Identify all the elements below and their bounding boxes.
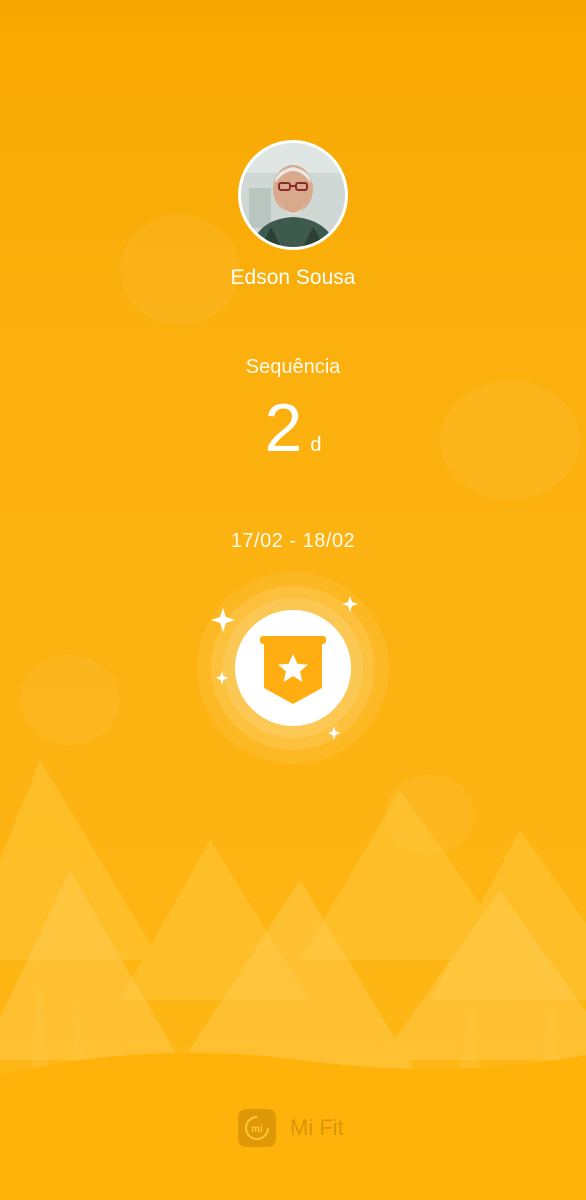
star-ribbon-badge-icon: [197, 572, 389, 764]
streak-value: 2: [264, 390, 303, 466]
mi-fit-logo-icon: mi: [238, 1109, 276, 1147]
mi-fit-brand: mi Mi Fit: [238, 1108, 344, 1148]
date-range: 17/02 - 18/02: [230, 530, 356, 552]
brand-name: Mi Fit: [290, 1115, 344, 1140]
user-avatar-icon: [241, 143, 345, 247]
streak-label: Sequência: [245, 356, 341, 378]
mi-logo-text: mi: [251, 1124, 263, 1135]
user-avatar[interactable]: [238, 140, 348, 250]
mi-logo-icon: mi: [245, 1116, 269, 1140]
streak-unit: d: [310, 434, 322, 456]
user-name: Edson Sousa: [230, 266, 356, 289]
streak-count: 2d: [0, 394, 586, 462]
